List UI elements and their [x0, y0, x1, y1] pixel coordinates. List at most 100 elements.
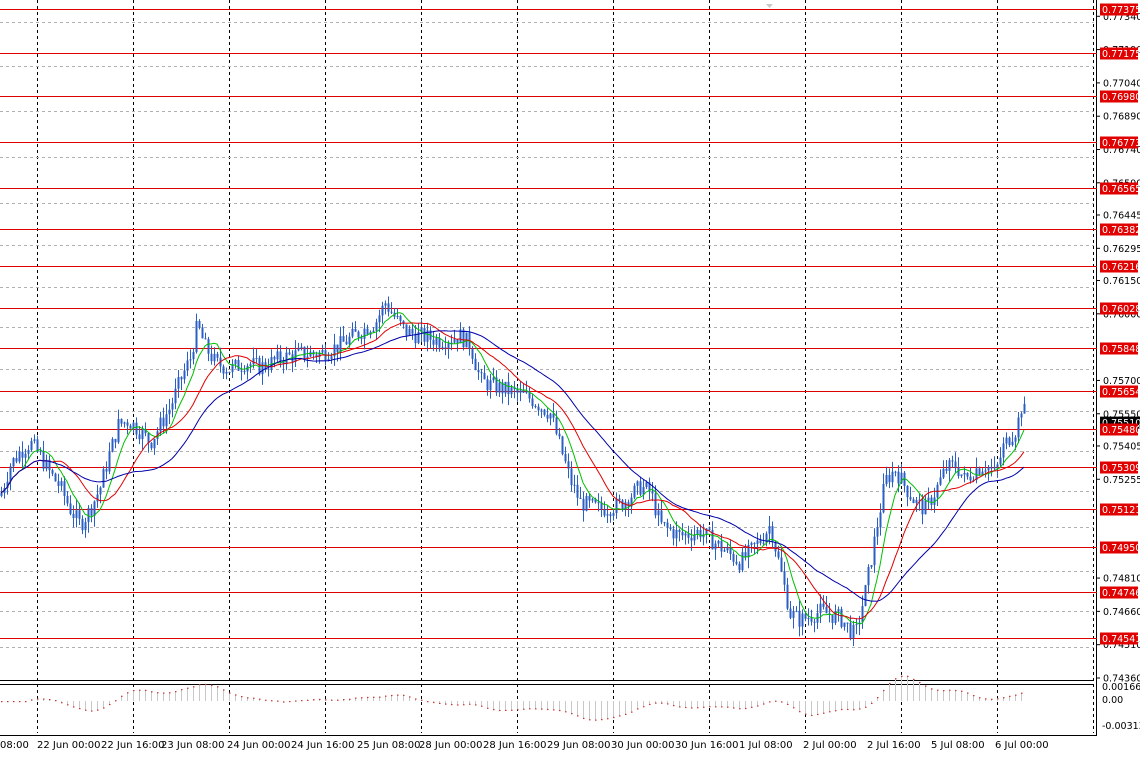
candle-body: [573, 484, 576, 486]
candle-body: [1014, 437, 1017, 442]
candle-body: [102, 469, 105, 488]
candle-body: [999, 457, 1002, 465]
candle-body: [348, 336, 351, 345]
candle-body: [96, 494, 99, 502]
candle-body: [36, 439, 39, 452]
oscillator-signal-dot: [841, 708, 843, 711]
candle-body: [186, 360, 189, 371]
candle-body: [483, 372, 486, 380]
oscillator-signal-dot: [73, 706, 75, 708]
oscillator-signal-dot: [475, 704, 477, 706]
oscillator-signal-dot: [361, 697, 363, 699]
oscillator-signal-dot: [199, 684, 201, 686]
candle-body: [717, 540, 720, 544]
oscillator-signal-dot: [307, 699, 309, 701]
candle-body: [558, 433, 561, 437]
candle-body: [411, 328, 414, 334]
candle-body: [384, 303, 387, 306]
candle-body: [549, 413, 552, 419]
oscillator-signal-dot: [859, 708, 861, 710]
oscillator-signal-dot: [499, 709, 501, 712]
candle-body: [192, 351, 195, 360]
oscillator-signal-dot: [673, 704, 675, 707]
time-tick-label: 30 Jun 16:00: [675, 740, 739, 751]
oscillator-signal-dot: [619, 715, 621, 717]
candle-body: [66, 495, 69, 504]
level-label: 0.75309: [1102, 463, 1140, 474]
candle-body: [435, 337, 438, 345]
candle-body: [948, 460, 951, 471]
level-label: 0.75848: [1102, 344, 1140, 355]
oscillator-signal-dot: [553, 709, 555, 711]
oscillator-signal-dot: [13, 701, 15, 703]
candle-body: [168, 409, 171, 415]
time-tick-label: 22 Jun 00:00: [37, 740, 101, 751]
oscillator-signal-dot: [139, 689, 141, 691]
oscillator-signal-dot: [637, 708, 639, 710]
candle-body: [735, 561, 738, 564]
candle-body: [162, 417, 165, 427]
candle-body: [606, 514, 609, 516]
price-tick-label: 0.74810: [1103, 574, 1140, 585]
candle-body: [669, 527, 672, 530]
candle-body: [849, 622, 852, 638]
candle-body: [681, 531, 684, 536]
oscillator-signal-dot: [925, 685, 927, 687]
time-tick-label: 29 Jun 08:00: [547, 740, 611, 751]
candle-body: [345, 341, 348, 345]
candle-body: [714, 543, 717, 550]
price-tick-label: 0.74660: [1103, 607, 1140, 618]
candle-body: [111, 438, 114, 452]
candle-body: [813, 621, 816, 623]
oscillator-signal-dot: [337, 699, 339, 701]
candle-body: [732, 553, 735, 562]
candle-body: [741, 552, 744, 571]
candle-body: [378, 315, 381, 323]
oscillator-signal-dot: [67, 704, 69, 706]
candle-body: [444, 347, 447, 349]
candle-body: [462, 329, 465, 348]
candle-body: [15, 458, 18, 462]
candle-body: [300, 346, 303, 348]
candle-body: [987, 467, 990, 471]
candle-body: [567, 461, 570, 469]
oscillator-signal-dot: [907, 675, 909, 678]
candle-body: [54, 473, 57, 482]
candle-body: [843, 622, 846, 627]
time-tick-label: 2 Jul 16:00: [867, 740, 921, 751]
candle-body: [237, 360, 240, 371]
oscillator-signal-dot: [331, 699, 333, 701]
level-label: 0.75654: [1102, 387, 1140, 398]
candle-body: [870, 565, 873, 567]
oscillator-signal-dot: [313, 699, 315, 701]
candle-body: [447, 343, 450, 349]
candle-body: [354, 328, 357, 332]
oscillator-signal-dot: [1015, 694, 1017, 696]
candle-body: [993, 466, 996, 469]
candle-body: [399, 315, 402, 321]
price-tick-label: 0.74360: [1103, 674, 1140, 685]
candle-body: [654, 493, 657, 516]
oscillator-signal-dot: [709, 706, 711, 708]
candle-body: [174, 388, 177, 404]
candle-body: [588, 495, 591, 501]
candle-body: [474, 358, 477, 370]
oscillator-signal-dot: [115, 700, 117, 702]
price-chart[interactable]: 0.0016610.00-0.00313 0.773400.771900.770…: [0, 0, 1140, 758]
oscillator-signal-dot: [847, 708, 849, 711]
candle-body: [123, 422, 126, 424]
candle-body: [657, 510, 660, 516]
candle-body: [1011, 441, 1014, 446]
time-tick-label: 30 Jun 00:00: [611, 740, 675, 751]
oscillator-signal-dot: [85, 709, 87, 711]
oscillator-signal-dot: [547, 708, 549, 711]
oscillator-signal-dot: [439, 702, 441, 705]
candle-body: [792, 611, 795, 618]
candle-body: [723, 550, 726, 552]
candle-body: [1017, 417, 1020, 438]
candle-body: [432, 339, 435, 345]
candle-body: [579, 497, 582, 499]
candle-body: [120, 418, 123, 424]
oscillator-signal-dot: [715, 706, 717, 708]
candle-body: [882, 484, 885, 513]
